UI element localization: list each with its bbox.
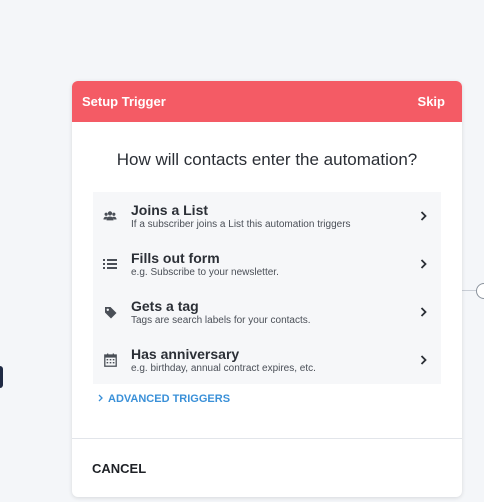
cancel-button[interactable]: CANCEL [92, 461, 146, 476]
option-title: Fills out form [131, 249, 220, 266]
modal-footer: CANCEL [72, 438, 462, 497]
chevron-right-icon [418, 307, 428, 317]
users-icon [103, 209, 117, 223]
option-joins-a-list[interactable]: Joins a List If a subscriber joins a Lis… [93, 192, 441, 240]
chevron-right-icon [98, 393, 103, 405]
setup-trigger-modal: Setup Trigger Skip How will contacts ent… [72, 81, 462, 497]
background-node-edge [0, 366, 3, 388]
option-title: Joins a List [131, 201, 209, 218]
option-description: e.g. birthday, annual contract expires, … [131, 362, 316, 374]
chevron-right-icon [418, 211, 428, 221]
advanced-triggers-label: ADVANCED TRIGGERS [108, 393, 231, 405]
trigger-options-list: Joins a List If a subscriber joins a Lis… [93, 192, 441, 384]
option-gets-a-tag[interactable]: Gets a tag Tags are search labels for yo… [93, 288, 441, 336]
option-description: e.g. Subscribe to your newsletter. [131, 266, 279, 278]
question-heading: How will contacts enter the automation? [116, 150, 418, 169]
chevron-right-icon [418, 259, 428, 269]
calendar-icon [103, 353, 117, 367]
advanced-triggers-link[interactable]: ADVANCED TRIGGERS [98, 392, 462, 406]
option-has-anniversary[interactable]: Has anniversary e.g. birthday, annual co… [93, 336, 441, 384]
option-description: If a subscriber joins a List this automa… [131, 218, 351, 230]
background-add-node[interactable] [476, 283, 484, 299]
option-description: Tags are search labels for your contacts… [131, 314, 311, 326]
skip-button[interactable]: Skip [418, 94, 445, 109]
list-icon [103, 257, 117, 271]
option-title: Has anniversary [131, 345, 240, 362]
tag-icon [103, 305, 117, 319]
option-title: Gets a tag [131, 297, 199, 314]
chevron-right-icon [418, 355, 428, 365]
option-fills-out-form[interactable]: Fills out form e.g. Subscribe to your ne… [93, 240, 441, 288]
modal-header: Setup Trigger Skip [72, 81, 462, 122]
modal-title: Setup Trigger [82, 94, 166, 109]
